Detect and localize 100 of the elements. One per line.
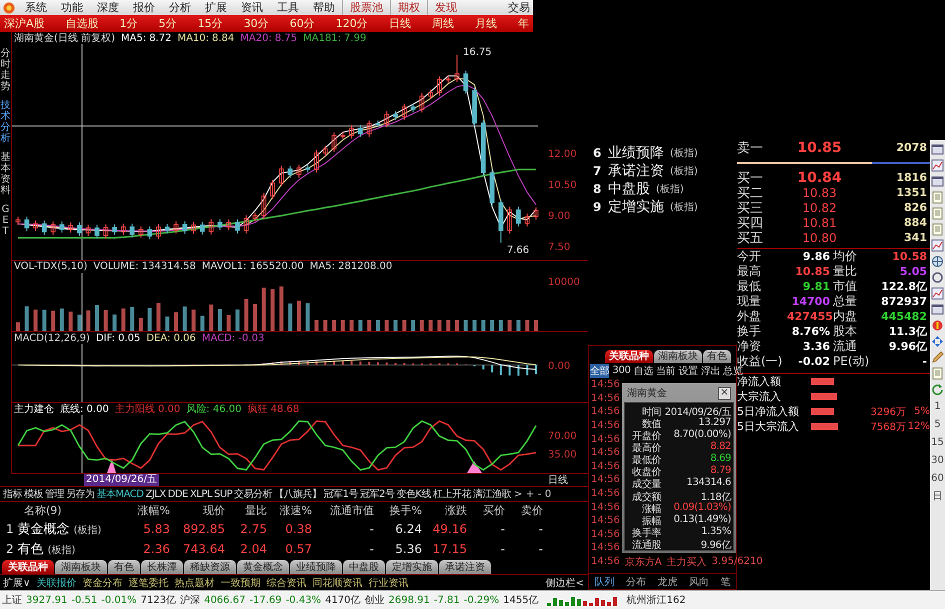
period-tab[interactable]: 15分 bbox=[198, 16, 223, 32]
period-tab[interactable]: 周线 bbox=[432, 16, 454, 32]
period-tab[interactable]: 日线 bbox=[388, 16, 411, 32]
sector-tab[interactable]: 湖南板块 bbox=[55, 560, 107, 574]
panel-tab[interactable]: 队列 bbox=[594, 574, 615, 588]
filter-tab[interactable]: 浮出 bbox=[700, 364, 720, 378]
refresh-icon[interactable] bbox=[931, 383, 944, 396]
window-icon[interactable] bbox=[931, 175, 944, 188]
period-tab[interactable]: 年 bbox=[518, 16, 529, 32]
chart-icon[interactable] bbox=[931, 287, 944, 300]
panel-tab[interactable]: 笔 bbox=[720, 574, 730, 588]
info-tab[interactable]: 热点题材 bbox=[174, 576, 214, 590]
related-tab[interactable]: 关联品种 bbox=[605, 350, 653, 363]
expand-button[interactable]: 扩展∨ bbox=[3, 576, 30, 590]
column-header[interactable]: 名称(9) bbox=[0, 503, 120, 518]
panel-tab[interactable]: 分布 bbox=[626, 574, 646, 588]
sector-tab[interactable]: 业绩预降 bbox=[290, 560, 342, 574]
document-icon[interactable] bbox=[931, 191, 944, 204]
info-tab[interactable]: 关联报价 bbox=[36, 576, 76, 590]
menu-item[interactable]: 交易 bbox=[505, 0, 533, 16]
column-header[interactable]: 涨幅% bbox=[120, 503, 170, 518]
sector-tab[interactable]: 有色 bbox=[108, 560, 140, 574]
indicator-tab[interactable]: 【八旗兵】 bbox=[274, 487, 322, 501]
menu-item[interactable]: 帮助 bbox=[306, 0, 342, 16]
menu-item[interactable]: 深度 bbox=[90, 0, 126, 16]
document-icon[interactable] bbox=[931, 207, 944, 220]
period-tab[interactable]: 30分 bbox=[244, 16, 269, 32]
move-icon[interactable] bbox=[931, 335, 944, 348]
column-header[interactable]: 涨速% bbox=[267, 503, 312, 518]
info-tab[interactable]: 逐笔委托 bbox=[128, 576, 168, 590]
indicator-tab[interactable]: XLPL bbox=[190, 488, 212, 500]
document-icon[interactable] bbox=[931, 223, 944, 236]
sector-tab[interactable]: 定增实施 bbox=[386, 560, 438, 574]
period-tab[interactable]: 月线 bbox=[474, 16, 497, 32]
period-button[interactable]: 60 bbox=[931, 471, 944, 486]
menu-item[interactable]: 报价 bbox=[126, 0, 162, 16]
indicator-tab[interactable]: 指标 bbox=[3, 487, 22, 501]
toolbar-button[interactable]: 0 bbox=[544, 488, 552, 500]
menu-item[interactable]: 系统 bbox=[18, 0, 54, 16]
sector-tab[interactable]: 关联品种 bbox=[2, 560, 54, 574]
period-button[interactable]: 5 bbox=[934, 417, 941, 432]
filter-tab[interactable]: 300 bbox=[612, 365, 631, 376]
filter-tab[interactable]: 自选 bbox=[634, 364, 653, 378]
indicator-tab[interactable]: 杠上开花 bbox=[432, 487, 471, 501]
sector-name[interactable]: 有色 bbox=[18, 540, 44, 558]
filter-tab[interactable]: 全部 bbox=[590, 364, 610, 378]
filter-tab[interactable]: 当前 bbox=[656, 364, 676, 378]
indicator-tab[interactable]: 另存为 bbox=[66, 487, 94, 501]
info-tab[interactable]: 同花顺资讯 bbox=[312, 576, 362, 590]
info-tab[interactable]: 一致预期 bbox=[220, 576, 260, 590]
sidebar-toggle[interactable]: 侧边栏< bbox=[546, 576, 588, 590]
period-tab[interactable]: 120分 bbox=[336, 16, 368, 32]
period-button[interactable]: 日 bbox=[932, 489, 942, 504]
chart-icon[interactable] bbox=[931, 239, 944, 252]
info-tab[interactable]: 综合资讯 bbox=[266, 576, 306, 590]
ring-icon[interactable] bbox=[931, 271, 944, 284]
sector-tab[interactable]: 中盘股 bbox=[343, 560, 385, 574]
close-button[interactable]: × bbox=[718, 386, 731, 400]
panel-tab[interactable]: 龙虎 bbox=[657, 574, 678, 588]
period-button[interactable]: 30 bbox=[931, 453, 944, 468]
column-header[interactable]: 卖价 bbox=[505, 503, 543, 518]
panel-tab[interactable]: 风向 bbox=[688, 574, 709, 588]
indicator-tab[interactable]: 基本MACD bbox=[96, 487, 144, 501]
related-sector[interactable]: 中盘股 bbox=[608, 180, 650, 198]
menu-item[interactable]: 功能 bbox=[54, 0, 90, 16]
indicator-tab[interactable]: 模板 bbox=[24, 487, 43, 501]
sector-name[interactable]: 黄金概念 bbox=[18, 520, 70, 538]
sector-tab[interactable]: 黄金概念 bbox=[237, 560, 289, 574]
filter-tab[interactable]: 设置 bbox=[678, 364, 698, 378]
stock-name[interactable]: 京东方A bbox=[624, 554, 662, 569]
related-sector[interactable]: 定增实施 bbox=[608, 198, 664, 216]
indicator-tab[interactable]: DDE bbox=[168, 488, 188, 500]
related-tab[interactable]: 有色 bbox=[703, 350, 731, 363]
toolbar-button[interactable]: + bbox=[524, 488, 535, 500]
menu-item[interactable]: 资讯 bbox=[234, 0, 270, 16]
side-tab[interactable]: 技术分析 bbox=[0, 100, 10, 144]
indicator-tab[interactable]: 交易分析 bbox=[234, 487, 272, 501]
indicator-tab[interactable]: 冠军1号 bbox=[324, 487, 358, 501]
period-tab[interactable]: 5分 bbox=[158, 16, 177, 32]
column-header[interactable]: 现价 bbox=[170, 503, 225, 518]
menu-item[interactable]: 分析 bbox=[162, 0, 198, 16]
sector-tab[interactable]: 长株潭 bbox=[141, 560, 183, 574]
menu-item[interactable]: 扩展 bbox=[198, 0, 234, 16]
related-sector[interactable]: 承诺注资 bbox=[608, 162, 664, 180]
period-tab[interactable]: 自选股 bbox=[66, 16, 99, 32]
menu-item[interactable]: 工具 bbox=[270, 0, 306, 16]
column-header[interactable]: 换手% bbox=[374, 503, 422, 518]
indicator-tab[interactable]: 变色K线 bbox=[396, 487, 431, 501]
pencil-icon[interactable] bbox=[931, 351, 944, 364]
sector-tab[interactable]: 稀缺资源 bbox=[184, 560, 236, 574]
indicator-tab[interactable]: SUP bbox=[214, 488, 232, 500]
period-tab[interactable]: 深沪A股 bbox=[4, 16, 45, 32]
chart-icon[interactable] bbox=[931, 159, 944, 172]
indicator-tab[interactable]: ZJLX bbox=[145, 488, 166, 500]
info-tab[interactable]: 行业资讯 bbox=[368, 576, 408, 590]
info-tab[interactable]: 资金分布 bbox=[82, 576, 122, 590]
period-button[interactable]: 15 bbox=[931, 435, 944, 450]
period-tab[interactable]: 60分 bbox=[290, 16, 315, 32]
column-header[interactable]: 量比 bbox=[225, 503, 267, 518]
window-icon[interactable] bbox=[931, 143, 944, 156]
